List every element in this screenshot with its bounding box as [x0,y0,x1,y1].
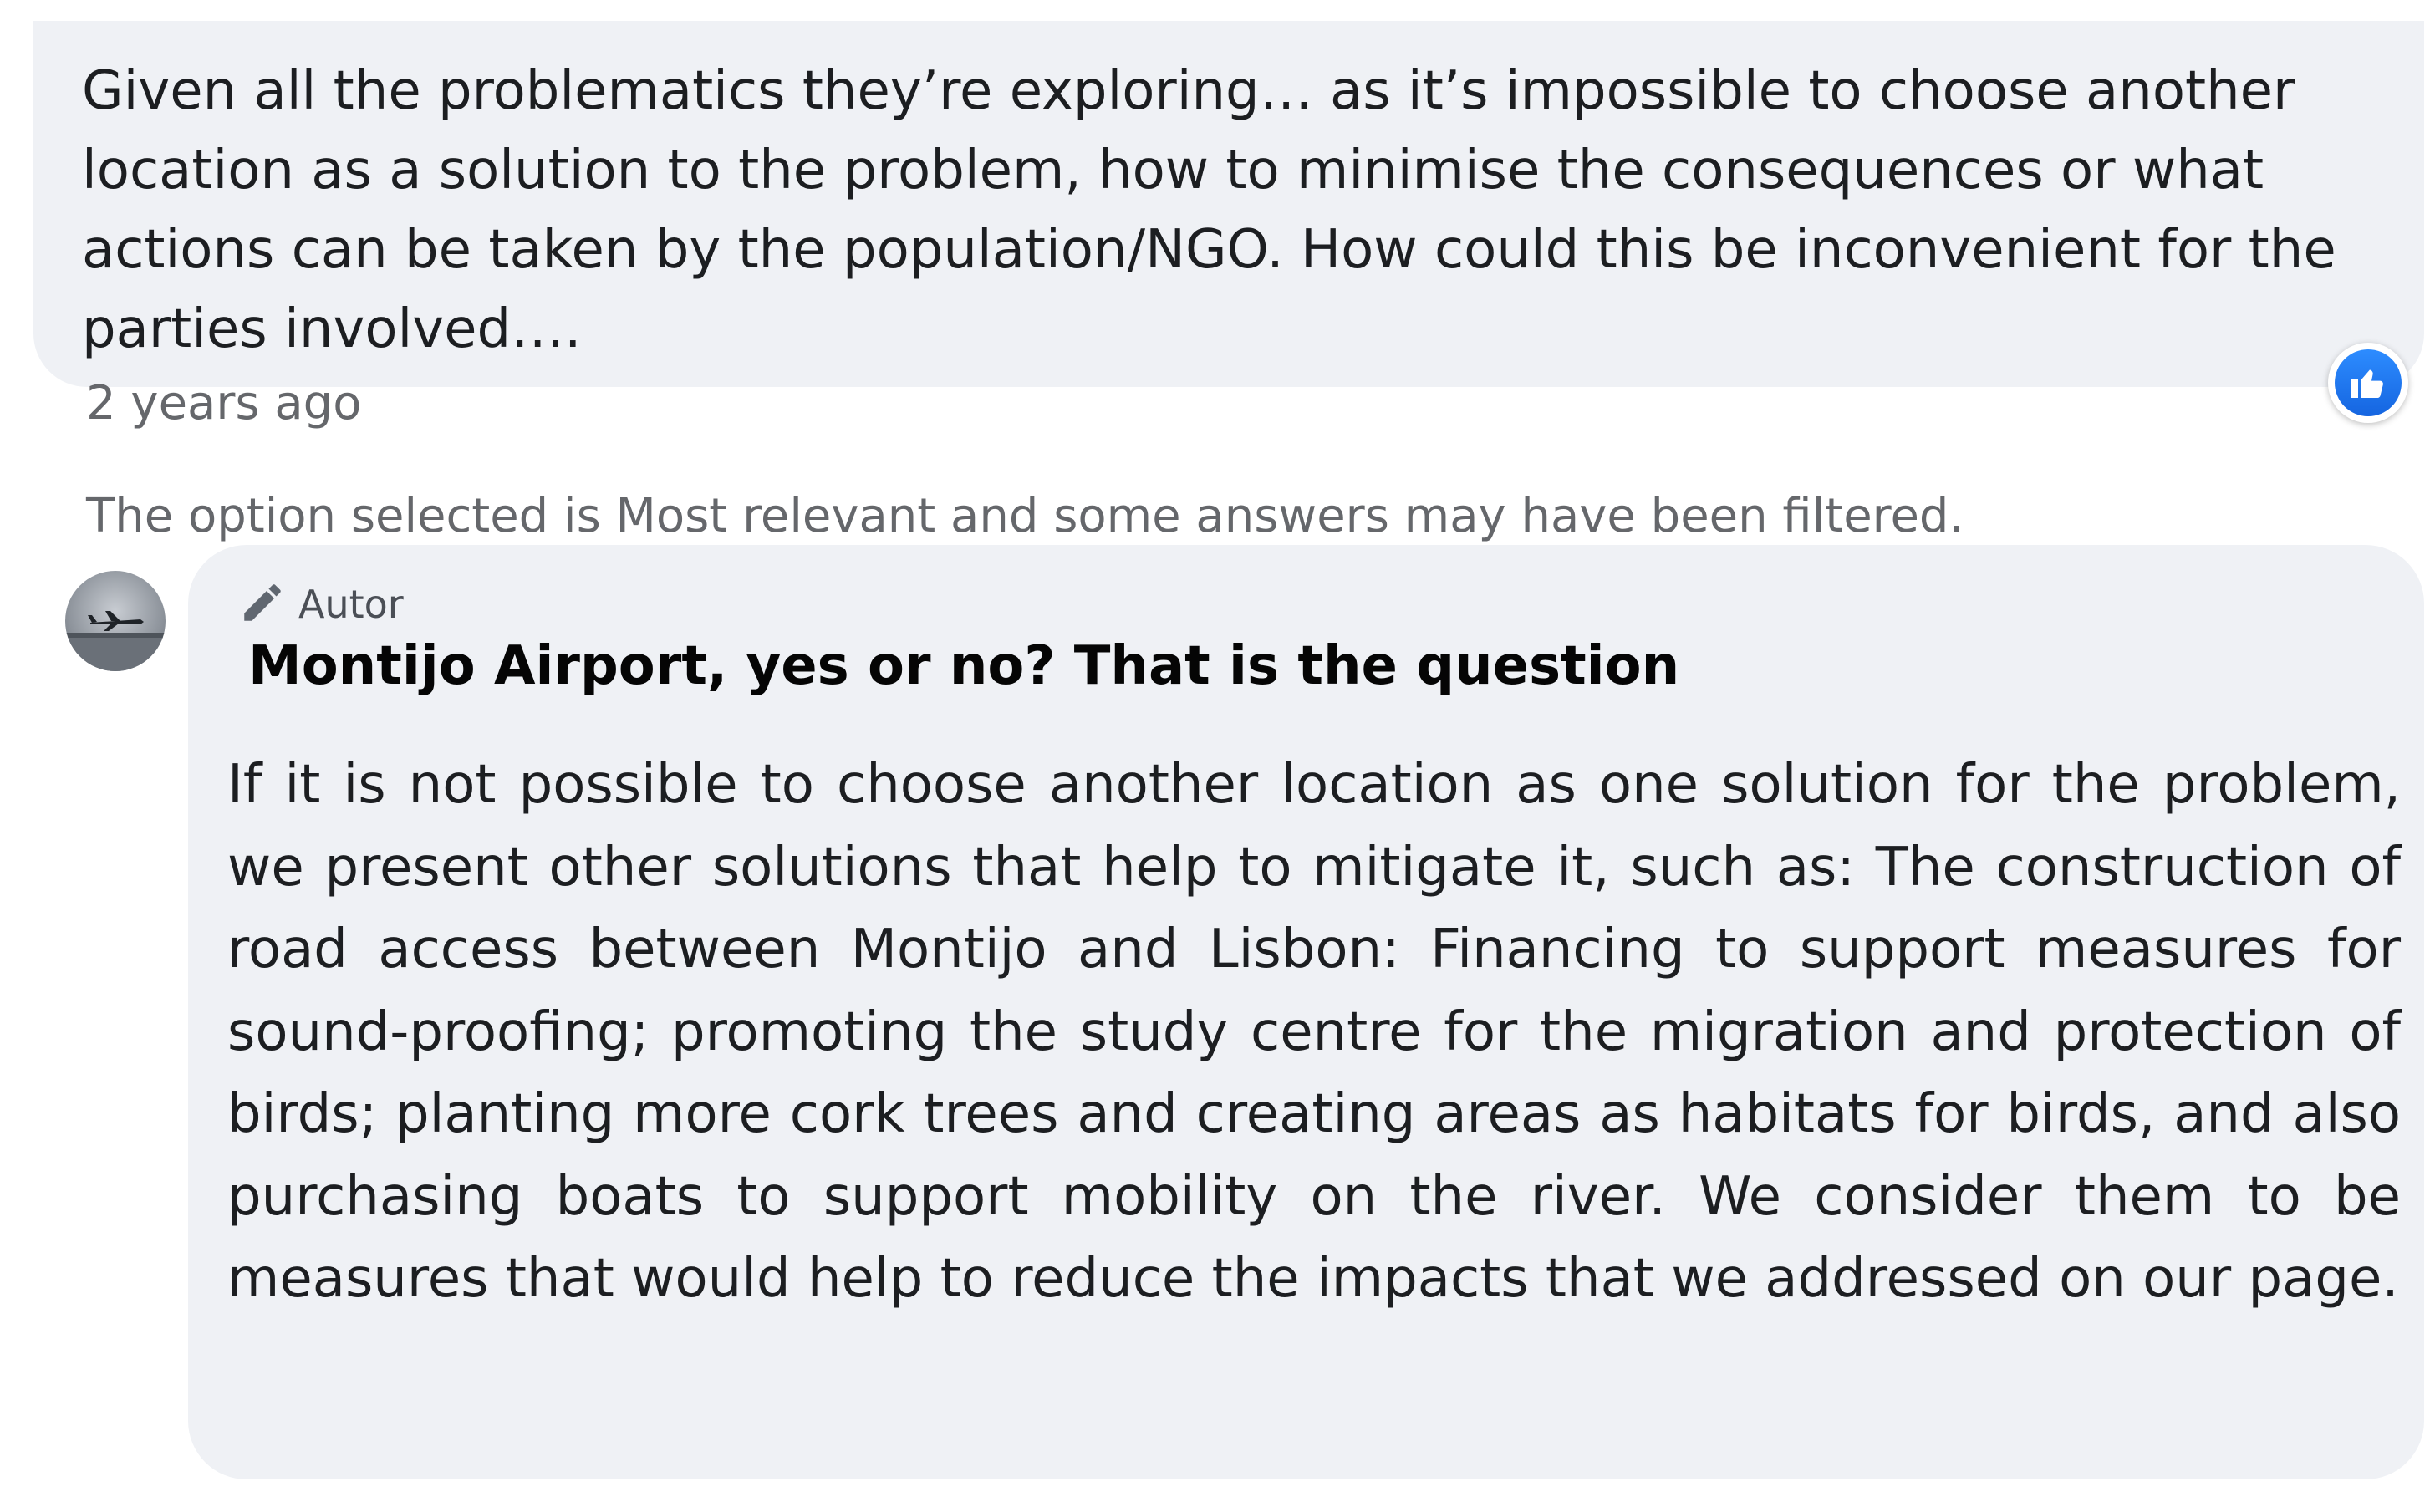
like-reaction-badge[interactable] [2328,343,2408,423]
reply-title[interactable]: Montijo Airport, yes or no? That is the … [248,635,1679,697]
filter-notice: The option selected is Most relevant and… [86,489,1964,543]
author-badge: Autor [238,578,404,630]
like-icon [2335,349,2402,416]
comment-thread: Given all the problematics they’re explo… [0,0,2435,1512]
airplane-avatar [65,611,166,671]
author-avatar[interactable] [65,571,166,671]
reply-body: If it is not possible to choose another … [227,754,2401,1310]
comment-timestamp[interactable]: 2 years ago [86,376,361,430]
comment-text: Given all the problematics they’re explo… [82,60,2336,360]
author-label: Autor [298,582,404,627]
pencil-icon [238,578,287,630]
